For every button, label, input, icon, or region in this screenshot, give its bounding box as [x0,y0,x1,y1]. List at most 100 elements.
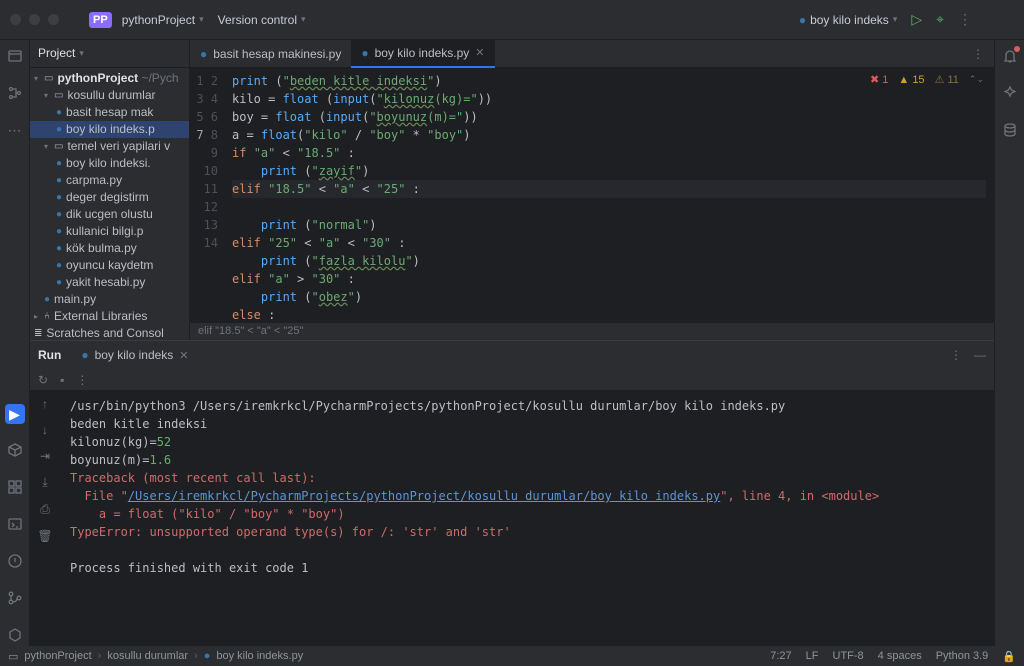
tree-external-libs[interactable]: ▸⑃External Libraries [30,308,189,325]
tree-folder[interactable]: ▾▭kosullu durumlar [30,87,189,104]
close-icon[interactable]: ✕ [475,46,484,59]
run-config-selector[interactable]: ● boy kilo indeks ▾ [799,13,898,27]
indent-config[interactable]: 4 spaces [878,650,922,663]
terminal-icon[interactable] [7,516,23,535]
run-tool-window: Run ● boy kilo indeks ✕ ⋮ — ↻ ▪ ⋮ ↑ ↓ ⇥ [30,340,994,646]
python-packages-icon[interactable] [7,442,23,461]
tree-file[interactable]: ●kullanici bilgi.p [30,223,189,240]
readonly-icon[interactable]: 🔒 [1002,650,1016,663]
tree-folder[interactable]: ▾▭temel veri yapilari v [30,138,189,155]
more-icon[interactable]: ⋮ [958,11,972,28]
python-icon: ● [56,192,62,203]
project-name: pythonProject [122,13,195,27]
run-tab[interactable]: ● boy kilo indeks ✕ [73,345,196,365]
structure-tool-icon[interactable] [7,85,23,104]
tree-file[interactable]: ●dik ucgen olustu [30,206,189,223]
python-icon: ● [56,107,62,118]
python-icon: ● [200,47,207,61]
editor-tabs: ● basit hesap makinesi.py ● boy kilo ind… [190,40,994,68]
project-panel-header[interactable]: Project ▾ [30,40,189,68]
close-icon[interactable]: ✕ [179,349,188,362]
python-icon: ● [56,124,62,135]
project-selector[interactable]: PP pythonProject ▾ [89,12,204,28]
tree-root[interactable]: ▾▭pythonProject ~/Pych [30,70,189,87]
hexagon-icon[interactable] [7,627,23,646]
minimize-window-icon[interactable] [29,14,40,25]
line-separator[interactable]: LF [806,650,819,663]
stop-icon[interactable]: ▪ [60,373,64,387]
cursor-position[interactable]: 7:27 [770,650,791,663]
editor: ● basit hesap makinesi.py ● boy kilo ind… [190,40,994,340]
python-icon: ● [56,243,62,254]
titlebar: PP pythonProject ▾ Version control ▾ ● b… [0,0,1024,40]
tree-file[interactable]: ●main.py [30,291,189,308]
tree-file-selected[interactable]: ●boy kilo indeks.p [30,121,189,138]
python-icon: ● [56,277,62,288]
breadcrumb[interactable]: ▭ pythonProject › kosullu durumlar › ● b… [8,650,303,663]
warning-count: ▲ 15 [898,74,924,86]
minimize-icon[interactable]: — [974,348,986,362]
line-gutter: 1 2 3 4 5 6 7 8 9 10 11 12 13 14 [190,68,226,322]
more-actions-icon[interactable]: ⋮ [76,373,88,387]
project-tool-icon[interactable] [7,48,23,67]
print-icon[interactable]: ⎙ [40,502,50,517]
console-output[interactable]: /usr/bin/python3 /Users/iremkrkcl/Pychar… [60,391,994,646]
tabs-more-icon[interactable]: ⋮ [962,47,994,61]
python-icon: ● [56,226,62,237]
tree-file[interactable]: ●basit hesap mak [30,104,189,121]
soft-wrap-icon[interactable]: ⇥ [40,449,50,463]
error-count: ✖ 1 [870,73,888,86]
tree-file[interactable]: ●kök bulma.py [30,240,189,257]
problems-icon[interactable] [7,553,23,572]
library-icon: ⑃ [44,311,50,322]
code-breadcrumb[interactable]: elif "18.5" < "a" < "25" [190,322,994,340]
run-tool-icon[interactable]: ▶ [5,404,25,424]
traceback-file-link[interactable]: /Users/iremkrkcl/PycharmProjects/pythonP… [128,489,720,503]
tree-file[interactable]: ●deger degistirm [30,189,189,206]
code-text[interactable]: print ("beden kitle indeksi") kilo = flo… [226,68,994,322]
tree-file[interactable]: ●oyuncu kaydetm [30,257,189,274]
python-icon: ● [204,650,211,662]
chevron-down-icon: ▾ [893,14,898,25]
tree-scratches[interactable]: ≣Scratches and Consol [30,325,189,340]
status-bar: ▭ pythonProject › kosullu durumlar › ● b… [0,646,1024,666]
python-icon: ● [44,294,50,305]
database-icon[interactable] [1002,122,1018,141]
python-icon: ● [56,175,62,186]
scratch-icon: ≣ [34,328,42,339]
ai-assistant-icon[interactable] [1002,85,1018,104]
maximize-window-icon[interactable] [48,14,59,25]
window-controls [10,14,59,25]
chevron-down-icon: ▾ [199,14,204,25]
chevron-icon: ⌃⌄ [969,74,984,85]
tab-basit-hesap[interactable]: ● basit hesap makinesi.py [190,40,351,68]
up-icon[interactable]: ↑ [42,397,48,411]
rerun-icon[interactable]: ↻ [38,373,48,387]
right-toolbar [994,40,1024,646]
tree-file[interactable]: ●boy kilo indeksi. [30,155,189,172]
close-window-icon[interactable] [10,14,21,25]
project-panel: Project ▾ ▾▭pythonProject ~/Pych ▾▭kosul… [30,40,190,340]
vcs-icon[interactable] [7,590,23,609]
services-icon[interactable] [7,479,23,498]
tab-boy-kilo[interactable]: ● boy kilo indeks.py ✕ [351,40,494,68]
interpreter[interactable]: Python 3.9 [936,650,989,663]
python-icon: ● [56,158,62,169]
file-encoding[interactable]: UTF-8 [833,650,864,663]
down-icon[interactable]: ↓ [42,423,48,437]
debug-icon[interactable]: ⌖ [936,11,944,28]
scroll-to-end-icon[interactable]: ⤓ [42,475,47,490]
tree-file[interactable]: ●carpma.py [30,172,189,189]
run-icon[interactable]: ▷ [911,11,922,28]
more-tools-icon[interactable]: ⋯ [8,122,22,139]
python-icon: ● [56,209,62,220]
code-analysis-summary[interactable]: ✖ 1 ▲ 15 ⚠ 11 ⌃⌄ [870,73,984,86]
version-control-menu[interactable]: Version control ▾ [218,13,306,27]
clear-icon[interactable]: 🗑 [37,529,52,543]
more-icon[interactable]: ⋮ [950,348,962,362]
chevron-down-icon: ▾ [301,14,306,25]
run-side-toolbar: ↑ ↓ ⇥ ⤓ ⎙ 🗑 [30,391,60,646]
folder-icon: ▭ [44,73,53,84]
tree-file[interactable]: ●yakit hesabi.py [30,274,189,291]
notifications-icon[interactable] [1002,48,1018,67]
